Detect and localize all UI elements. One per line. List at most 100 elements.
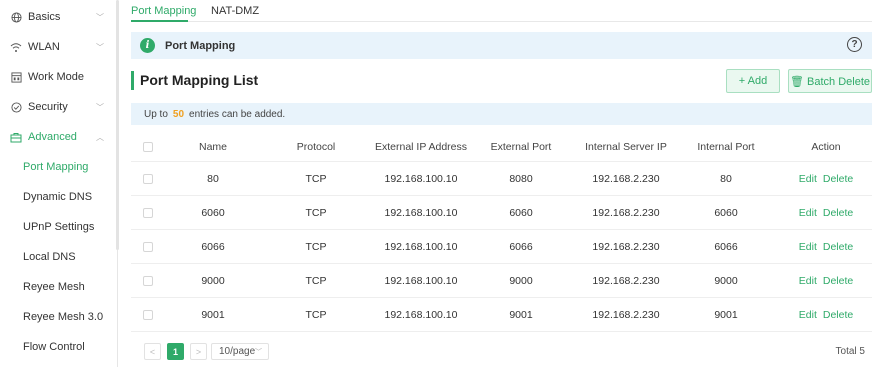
sidebar-item-flow-control[interactable]: Flow Control	[0, 332, 118, 362]
pagination: < 1 > 10/page ﹀ Total 5	[131, 343, 872, 363]
cell-external-ip: 192.168.100.10	[384, 206, 458, 219]
cell-internal-ip: 192.168.2.230	[592, 308, 660, 321]
sidebar-scrollbar[interactable]	[116, 0, 119, 250]
chevron-up-icon: ︿	[96, 132, 104, 142]
chevron-down-icon: ﹀	[96, 12, 104, 22]
table-row: 80 TCP 192.168.100.10 8080 192.168.2.230…	[131, 162, 872, 196]
cell-internal-port: 80	[720, 172, 732, 185]
list-header: Port Mapping List + Add 🗑 Batch Delete	[131, 68, 872, 94]
sidebar-item-security[interactable]: Security ﹀	[0, 92, 118, 122]
title-accent-bar	[131, 71, 134, 90]
tab-bar: Port Mapping NAT-DMZ	[131, 0, 872, 22]
cell-internal-port: 6060	[714, 206, 738, 219]
sidebar-item-reyee-mesh[interactable]: Reyee Mesh	[0, 272, 118, 302]
sidebar-item-label: Port Mapping	[23, 161, 89, 173]
sidebar-item-label: Dynamic DNS	[23, 191, 93, 203]
delete-link[interactable]: Delete	[823, 275, 853, 287]
header-name: Name	[198, 141, 227, 153]
cell-protocol: TCP	[305, 172, 327, 185]
delete-link[interactable]: Delete	[823, 309, 853, 321]
sidebar-item-label: Work Mode	[28, 71, 85, 83]
cell-name: 80	[207, 172, 219, 185]
cell-action: Edit Delete	[786, 196, 866, 229]
sidebar-item-label: Security	[28, 101, 68, 113]
row-checkbox[interactable]	[143, 241, 153, 252]
sidebar-item-label: Basics	[28, 11, 61, 23]
edit-link[interactable]: Edit	[799, 207, 817, 219]
delete-link[interactable]: Delete	[823, 241, 853, 253]
cell-internal-ip: 192.168.2.230	[592, 172, 660, 185]
sidebar-item-work-mode[interactable]: Work Mode	[0, 62, 118, 92]
table-row: 6066 TCP 192.168.100.10 6066 192.168.2.2…	[131, 230, 872, 264]
sidebar-item-basics[interactable]: Basics ﹀	[0, 2, 118, 32]
sidebar-item-advanced[interactable]: Advanced ︿	[0, 122, 118, 152]
select-all-checkbox[interactable]	[143, 142, 153, 152]
briefcase-icon	[10, 131, 22, 143]
edit-link[interactable]: Edit	[799, 173, 817, 185]
batch-delete-button[interactable]: 🗑 Batch Delete	[788, 69, 872, 93]
cell-name: 6066	[201, 240, 225, 253]
tab-nat-dmz[interactable]: NAT-DMZ	[211, 5, 259, 17]
tab-port-mapping[interactable]: Port Mapping	[131, 5, 196, 17]
sidebar-item-dynamic-dns[interactable]: Dynamic DNS	[0, 182, 118, 212]
edit-link[interactable]: Edit	[799, 309, 817, 321]
row-checkbox[interactable]	[143, 173, 153, 184]
page-size-value: 10/page	[219, 346, 256, 357]
cell-protocol: TCP	[305, 274, 327, 287]
cell-external-port: 9000	[509, 274, 533, 287]
cell-action: Edit Delete	[786, 264, 866, 297]
sidebar-item-label: Reyee Mesh 3.0	[23, 311, 104, 323]
cell-external-port: 6066	[509, 240, 533, 253]
cell-internal-ip: 192.168.2.230	[592, 274, 660, 287]
next-page-button[interactable]: >	[190, 343, 207, 360]
info-icon: i	[140, 38, 155, 53]
sidebar-item-port-mapping[interactable]: Port Mapping	[0, 152, 118, 182]
note-prefix: Up to	[144, 108, 168, 120]
cell-external-port: 9001	[509, 308, 533, 321]
info-title: Port Mapping	[165, 39, 236, 52]
total-count: Total 5	[835, 346, 865, 357]
sidebar-item-reyee-mesh-3[interactable]: Reyee Mesh 3.0	[0, 302, 118, 332]
page-number-button[interactable]: 1	[167, 343, 184, 360]
table-row: 9000 TCP 192.168.100.10 9000 192.168.2.2…	[131, 264, 872, 298]
globe-icon	[10, 11, 22, 23]
header-protocol: Protocol	[296, 141, 336, 153]
entries-note: Up to 50 entries can be added.	[131, 103, 872, 125]
sidebar-item-local-dns[interactable]: Local DNS	[0, 242, 118, 272]
chevron-down-icon: ﹀	[96, 42, 104, 52]
row-checkbox[interactable]	[143, 207, 153, 218]
note-suffix: entries can be added.	[189, 108, 286, 120]
list-title: Port Mapping List	[140, 72, 259, 88]
workmode-icon	[10, 71, 22, 83]
chevron-down-icon: ﹀	[255, 348, 262, 356]
add-button[interactable]: + Add	[726, 69, 780, 93]
entries-limit: 50	[172, 108, 185, 120]
sidebar-item-wlan[interactable]: WLAN ﹀	[0, 32, 118, 62]
chevron-down-icon: ﹀	[96, 102, 104, 112]
cell-external-port: 6060	[509, 206, 533, 219]
page-size-select[interactable]: 10/page ﹀	[211, 343, 269, 360]
cell-external-ip: 192.168.100.10	[384, 274, 458, 287]
edit-link[interactable]: Edit	[799, 241, 817, 253]
sidebar-item-label: Reyee Mesh	[23, 281, 85, 293]
row-checkbox[interactable]	[143, 309, 153, 320]
cell-action: Edit Delete	[786, 162, 866, 195]
cell-internal-port: 9001	[714, 308, 738, 321]
table-header-row: Name Protocol External IP Address Extern…	[131, 133, 872, 162]
sidebar: Basics ﹀ WLAN ﹀ Work Mode Security ﹀ Adv…	[0, 0, 119, 367]
sidebar-item-label: WLAN	[28, 41, 60, 53]
delete-link[interactable]: Delete	[823, 207, 853, 219]
cell-internal-port: 9000	[714, 274, 738, 287]
cell-protocol: TCP	[305, 206, 327, 219]
edit-link[interactable]: Edit	[799, 275, 817, 287]
delete-link[interactable]: Delete	[823, 173, 853, 185]
cell-name: 9000	[201, 274, 225, 287]
help-icon[interactable]: ?	[847, 37, 862, 52]
header-external-port: External Port	[490, 141, 552, 153]
header-external-ip: External IP Address	[374, 141, 468, 153]
cell-external-ip: 192.168.100.10	[384, 240, 458, 253]
prev-page-button[interactable]: <	[144, 343, 161, 360]
sidebar-item-upnp-settings[interactable]: UPnP Settings	[0, 212, 118, 242]
row-checkbox[interactable]	[143, 275, 153, 286]
cell-name: 6060	[201, 206, 225, 219]
